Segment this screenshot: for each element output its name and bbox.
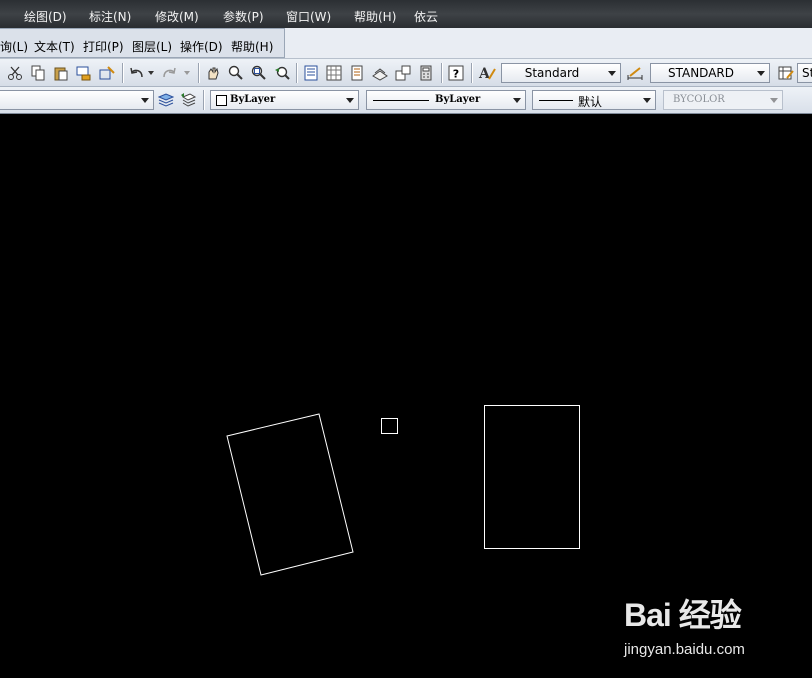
menu-express-help[interactable]: 帮助(H) <box>231 38 273 55</box>
menu-dimension[interactable]: 标注(N) <box>89 8 131 25</box>
standard-toolbar: ? A Standard STANDARD St <box>0 58 812 87</box>
menu-inquiry[interactable]: 询(L) <box>0 38 28 55</box>
undo-icon[interactable] <box>128 64 146 82</box>
linetype-sample-icon <box>373 100 429 101</box>
dimension-style-value: STANDARD <box>667 66 735 80</box>
redo-icon[interactable] <box>160 64 178 82</box>
menu-draw[interactable]: 绘图(D) <box>24 8 67 25</box>
zoom-realtime-icon[interactable] <box>227 64 245 82</box>
layer-manager-icon[interactable] <box>157 91 175 109</box>
text-style-select[interactable]: Standard <box>501 63 621 83</box>
color-swatch-icon <box>216 95 227 106</box>
undo-dropdown-icon[interactable] <box>146 64 156 82</box>
redo-dropdown-icon[interactable] <box>182 64 192 82</box>
tool-palettes-icon[interactable] <box>348 64 366 82</box>
properties-toolbar: ByLayer ByLayer 默认 BYCOLOR <box>0 87 812 114</box>
markup-set-icon[interactable] <box>394 64 412 82</box>
color-value: ByLayer <box>230 94 276 105</box>
baidu-jingyan-logo: Bai 经验 <box>624 597 742 633</box>
rotated-rectangle[interactable] <box>226 413 354 576</box>
lineweight-value: 默认 <box>578 95 603 109</box>
cut-icon[interactable] <box>6 64 24 82</box>
table-style-select[interactable]: St <box>797 63 812 83</box>
menu-plot[interactable]: 打印(P) <box>83 38 124 55</box>
menu-layer[interactable]: 图层(L) <box>132 38 172 55</box>
menu-text[interactable]: 文本(T) <box>34 38 75 55</box>
paste-icon[interactable] <box>52 64 70 82</box>
calculator-icon[interactable] <box>417 64 435 82</box>
pan-icon[interactable] <box>204 64 222 82</box>
plotstyle-value: BYCOLOR <box>673 94 725 105</box>
properties-icon[interactable] <box>302 64 320 82</box>
lineweight-sample-icon <box>539 100 573 101</box>
lineweight-select[interactable]: 默认 <box>532 90 656 110</box>
chevron-down-icon <box>138 94 151 106</box>
upright-rectangle[interactable] <box>484 405 580 549</box>
chevron-down-icon <box>754 67 767 79</box>
chevron-down-icon <box>640 94 653 106</box>
dimension-style-select[interactable]: STANDARD <box>650 63 770 83</box>
linetype-select[interactable]: ByLayer <box>366 90 526 110</box>
small-square[interactable] <box>381 418 398 434</box>
sheet-set-icon[interactable] <box>371 64 389 82</box>
zoom-previous-icon[interactable] <box>273 64 291 82</box>
match-properties-icon[interactable] <box>75 64 93 82</box>
text-style-icon[interactable]: A <box>478 64 496 82</box>
plotstyle-select[interactable]: BYCOLOR <box>663 90 783 110</box>
chevron-down-icon <box>343 94 356 106</box>
menu-help[interactable]: 帮助(H) <box>354 8 396 25</box>
copy-icon[interactable] <box>29 64 47 82</box>
menu-operation[interactable]: 操作(D) <box>180 38 223 55</box>
menu-window[interactable]: 窗口(W) <box>286 8 331 25</box>
chevron-down-icon <box>767 94 780 106</box>
express-menu-bar: 询(L) 文本(T) 打印(P) 图层(L) 操作(D) 帮助(H) <box>0 28 285 58</box>
color-select[interactable]: ByLayer <box>210 90 359 110</box>
layer-previous-icon[interactable] <box>179 91 197 109</box>
chevron-down-icon <box>605 67 618 79</box>
block-editor-icon[interactable] <box>98 64 116 82</box>
help-icon[interactable]: ? <box>447 64 465 82</box>
text-style-value: Standard <box>524 66 580 80</box>
table-style-icon[interactable] <box>777 64 795 82</box>
chevron-down-icon <box>510 94 523 106</box>
menu-yiyun[interactable]: 依云 <box>414 8 438 25</box>
dimension-style-icon[interactable] <box>626 64 644 82</box>
menu-bar: 绘图(D) 标注(N) 修改(M) 参数(P) 窗口(W) 帮助(H) 依云 <box>0 0 812 29</box>
zoom-window-icon[interactable] <box>250 64 268 82</box>
design-center-icon[interactable] <box>325 64 343 82</box>
layer-select[interactable] <box>0 90 154 110</box>
menu-bar-background <box>285 28 812 58</box>
svg-text:?: ? <box>453 68 459 81</box>
menu-modify[interactable]: 修改(M) <box>155 8 199 25</box>
watermark-url: jingyan.baidu.com <box>624 641 745 658</box>
menu-parametric[interactable]: 参数(P) <box>223 8 264 25</box>
linetype-value: ByLayer <box>435 94 481 105</box>
table-style-value: St <box>802 66 812 80</box>
